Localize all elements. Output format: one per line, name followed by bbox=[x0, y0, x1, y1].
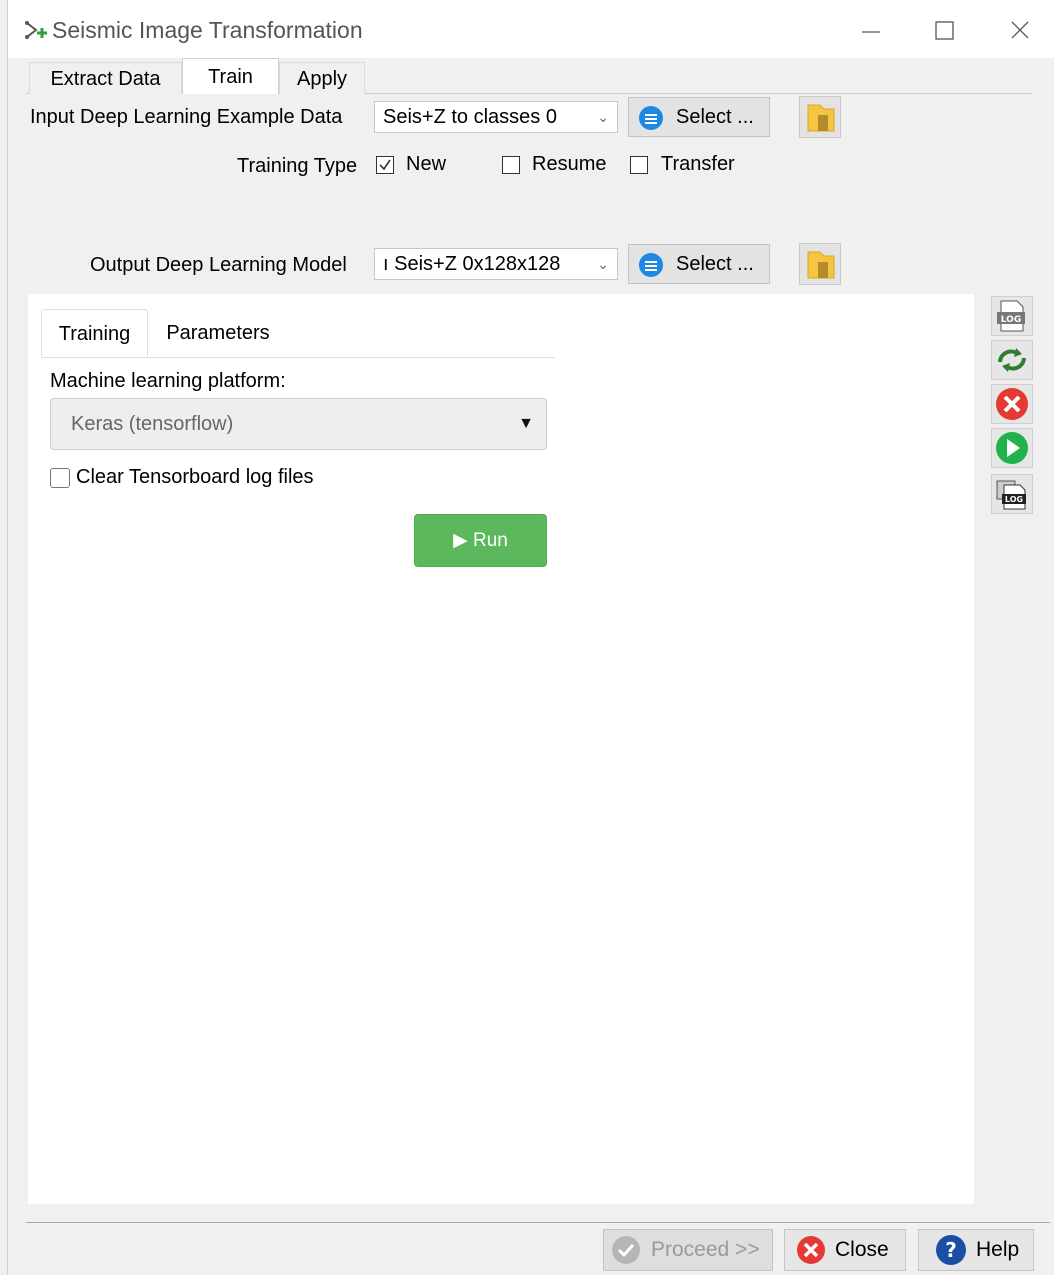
svg-text:?: ? bbox=[945, 1238, 957, 1262]
output-select-label: Select ... bbox=[676, 253, 754, 275]
output-model-combo[interactable]: ı Seis+Z 0x128x128 ⌄ bbox=[374, 248, 618, 280]
proceed-button[interactable]: Proceed >> bbox=[603, 1229, 773, 1271]
close-label: Close bbox=[835, 1238, 889, 1261]
help-label: Help bbox=[976, 1238, 1020, 1261]
run-label: Run bbox=[473, 530, 508, 551]
footer-divider bbox=[26, 1222, 1050, 1223]
chevron-down-icon: ⌄ bbox=[597, 109, 609, 125]
output-select-button[interactable]: Select ... bbox=[628, 244, 770, 284]
resume-option-label: Resume bbox=[532, 153, 607, 175]
platform-select[interactable]: Keras (tensorflow) ▼ bbox=[50, 398, 547, 450]
transfer-checkbox[interactable] bbox=[630, 156, 648, 174]
window-title: Seismic Image Transformation bbox=[52, 17, 363, 43]
maximize-button[interactable] bbox=[925, 16, 965, 46]
input-data-value: Seis+Z to classes 0 bbox=[383, 106, 557, 128]
refresh-icon bbox=[998, 348, 1026, 372]
play-triangle-icon: ▶ bbox=[453, 530, 468, 551]
dialog-window: Seismic Image Transformation Extract Dat… bbox=[7, 0, 1054, 1275]
run-button[interactable]: ▶ Run bbox=[414, 514, 547, 567]
check-circle-icon bbox=[612, 1236, 640, 1264]
list-icon bbox=[639, 253, 663, 277]
resume-checkbox[interactable] bbox=[502, 156, 520, 174]
close-window-button[interactable] bbox=[1000, 16, 1040, 46]
input-folder-button[interactable] bbox=[799, 96, 841, 138]
tab-parameters[interactable]: Parameters bbox=[148, 309, 288, 357]
log-file-button[interactable]: LOG bbox=[991, 296, 1033, 336]
start-button[interactable] bbox=[991, 428, 1033, 468]
refresh-button[interactable] bbox=[991, 340, 1033, 380]
log-stack-button[interactable]: LOG bbox=[991, 474, 1033, 514]
training-panel: Training Parameters Machine learning pla… bbox=[28, 294, 974, 1204]
help-icon: ? bbox=[936, 1235, 966, 1265]
new-option-label: New bbox=[406, 153, 447, 175]
minimize-button[interactable] bbox=[851, 16, 891, 46]
folder-icon bbox=[807, 104, 835, 132]
output-model-label: Output Deep Learning Model bbox=[90, 254, 347, 276]
input-select-button[interactable]: Select ... bbox=[628, 97, 770, 137]
close-circle-icon bbox=[797, 1236, 825, 1264]
log-stack-icon: LOG bbox=[996, 480, 1026, 510]
input-data-combo[interactable]: Seis+Z to classes 0 ⌄ bbox=[374, 101, 618, 133]
app-icon bbox=[24, 20, 48, 47]
platform-label: Machine learning platform: bbox=[50, 370, 286, 392]
svg-text:LOG: LOG bbox=[1005, 495, 1023, 504]
tab-extract-data[interactable]: Extract Data bbox=[29, 62, 182, 94]
platform-value: Keras (tensorflow) bbox=[71, 413, 234, 435]
title-bar: Seismic Image Transformation bbox=[8, 0, 1054, 58]
tab-apply[interactable]: Apply bbox=[279, 62, 365, 94]
new-checkbox[interactable] bbox=[376, 156, 394, 174]
play-icon bbox=[996, 432, 1028, 464]
log-file-icon: LOG bbox=[997, 300, 1025, 332]
folder-icon bbox=[807, 251, 835, 279]
tab-training[interactable]: Training bbox=[41, 309, 148, 357]
stop-icon bbox=[996, 388, 1028, 420]
close-button[interactable]: Close bbox=[784, 1229, 906, 1271]
caret-down-icon: ▼ bbox=[518, 415, 534, 432]
proceed-label: Proceed >> bbox=[651, 1238, 760, 1261]
tab-train[interactable]: Train bbox=[182, 58, 279, 94]
sub-tabs-divider bbox=[41, 357, 555, 358]
training-type-label: Training Type bbox=[237, 155, 358, 177]
input-select-label: Select ... bbox=[676, 106, 754, 128]
input-data-label: Input Deep Learning Example Data bbox=[30, 106, 343, 128]
chevron-down-icon: ⌄ bbox=[597, 256, 609, 272]
list-icon bbox=[639, 106, 663, 130]
output-folder-button[interactable] bbox=[799, 243, 841, 285]
clear-logs-label: Clear Tensorboard log files bbox=[76, 466, 314, 488]
help-button[interactable]: ? Help bbox=[918, 1229, 1034, 1271]
transfer-option-label: Transfer bbox=[661, 153, 735, 175]
output-model-value: ı Seis+Z 0x128x128 bbox=[383, 253, 561, 275]
stop-button[interactable] bbox=[991, 384, 1033, 424]
clear-logs-checkbox[interactable] bbox=[50, 468, 70, 488]
svg-text:LOG: LOG bbox=[1001, 315, 1021, 325]
